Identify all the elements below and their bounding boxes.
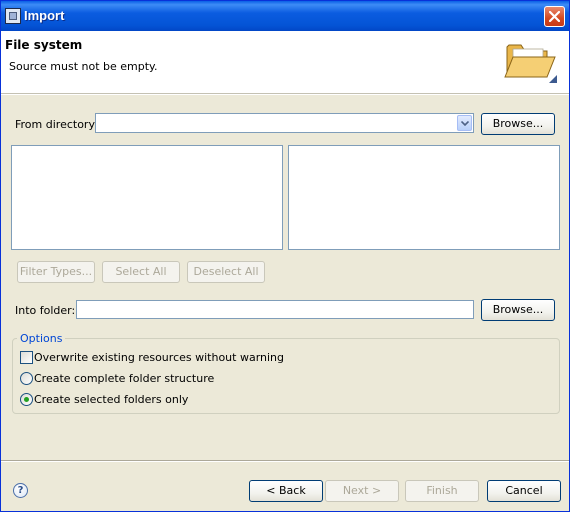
overwrite-label[interactable]: Overwrite existing resources without war… (34, 351, 284, 364)
complete-structure-radio[interactable] (20, 372, 33, 385)
eclipse-app-icon (5, 8, 21, 24)
finish-button[interactable]: Finish (405, 480, 479, 502)
help-icon[interactable]: ? (13, 483, 28, 498)
title-bar[interactable]: Import (1, 1, 569, 31)
combo-dropdown-button[interactable] (457, 115, 472, 131)
cancel-button[interactable]: Cancel (487, 480, 561, 502)
error-message: Source must not be empty. (9, 60, 158, 73)
into-folder-field[interactable] (76, 300, 474, 319)
filter-types-button[interactable]: Filter Types... (17, 261, 95, 283)
from-directory-label: From directory: (15, 118, 98, 131)
overwrite-checkbox[interactable] (20, 351, 33, 364)
close-button[interactable] (544, 6, 565, 27)
import-dialog: Import File system Source must not be em… (0, 0, 570, 512)
radio-selected-dot (24, 397, 29, 402)
options-group-title: Options (17, 332, 66, 345)
browse-destination-button[interactable]: Browse... (481, 299, 555, 321)
from-directory-combo[interactable] (95, 113, 474, 133)
folder-tree-list[interactable] (11, 145, 283, 250)
selected-only-label[interactable]: Create selected folders only (34, 393, 188, 406)
next-button[interactable]: Next > (325, 480, 399, 502)
selected-only-radio[interactable] (20, 393, 33, 406)
close-icon (549, 11, 560, 22)
into-folder-label: Into folder: (15, 304, 76, 317)
chevron-down-icon (461, 121, 469, 126)
back-button[interactable]: < Back (249, 480, 323, 502)
folder-open-icon (504, 44, 557, 83)
select-all-button[interactable]: Select All (102, 261, 180, 283)
complete-structure-label[interactable]: Create complete folder structure (34, 372, 214, 385)
wizard-banner: File system Source must not be empty. (1, 31, 569, 94)
file-list[interactable] (288, 145, 560, 250)
window-title: Import (24, 8, 65, 23)
page-title: File system (5, 38, 83, 52)
deselect-all-button[interactable]: Deselect All (187, 261, 265, 283)
browse-source-button[interactable]: Browse... (481, 113, 555, 135)
